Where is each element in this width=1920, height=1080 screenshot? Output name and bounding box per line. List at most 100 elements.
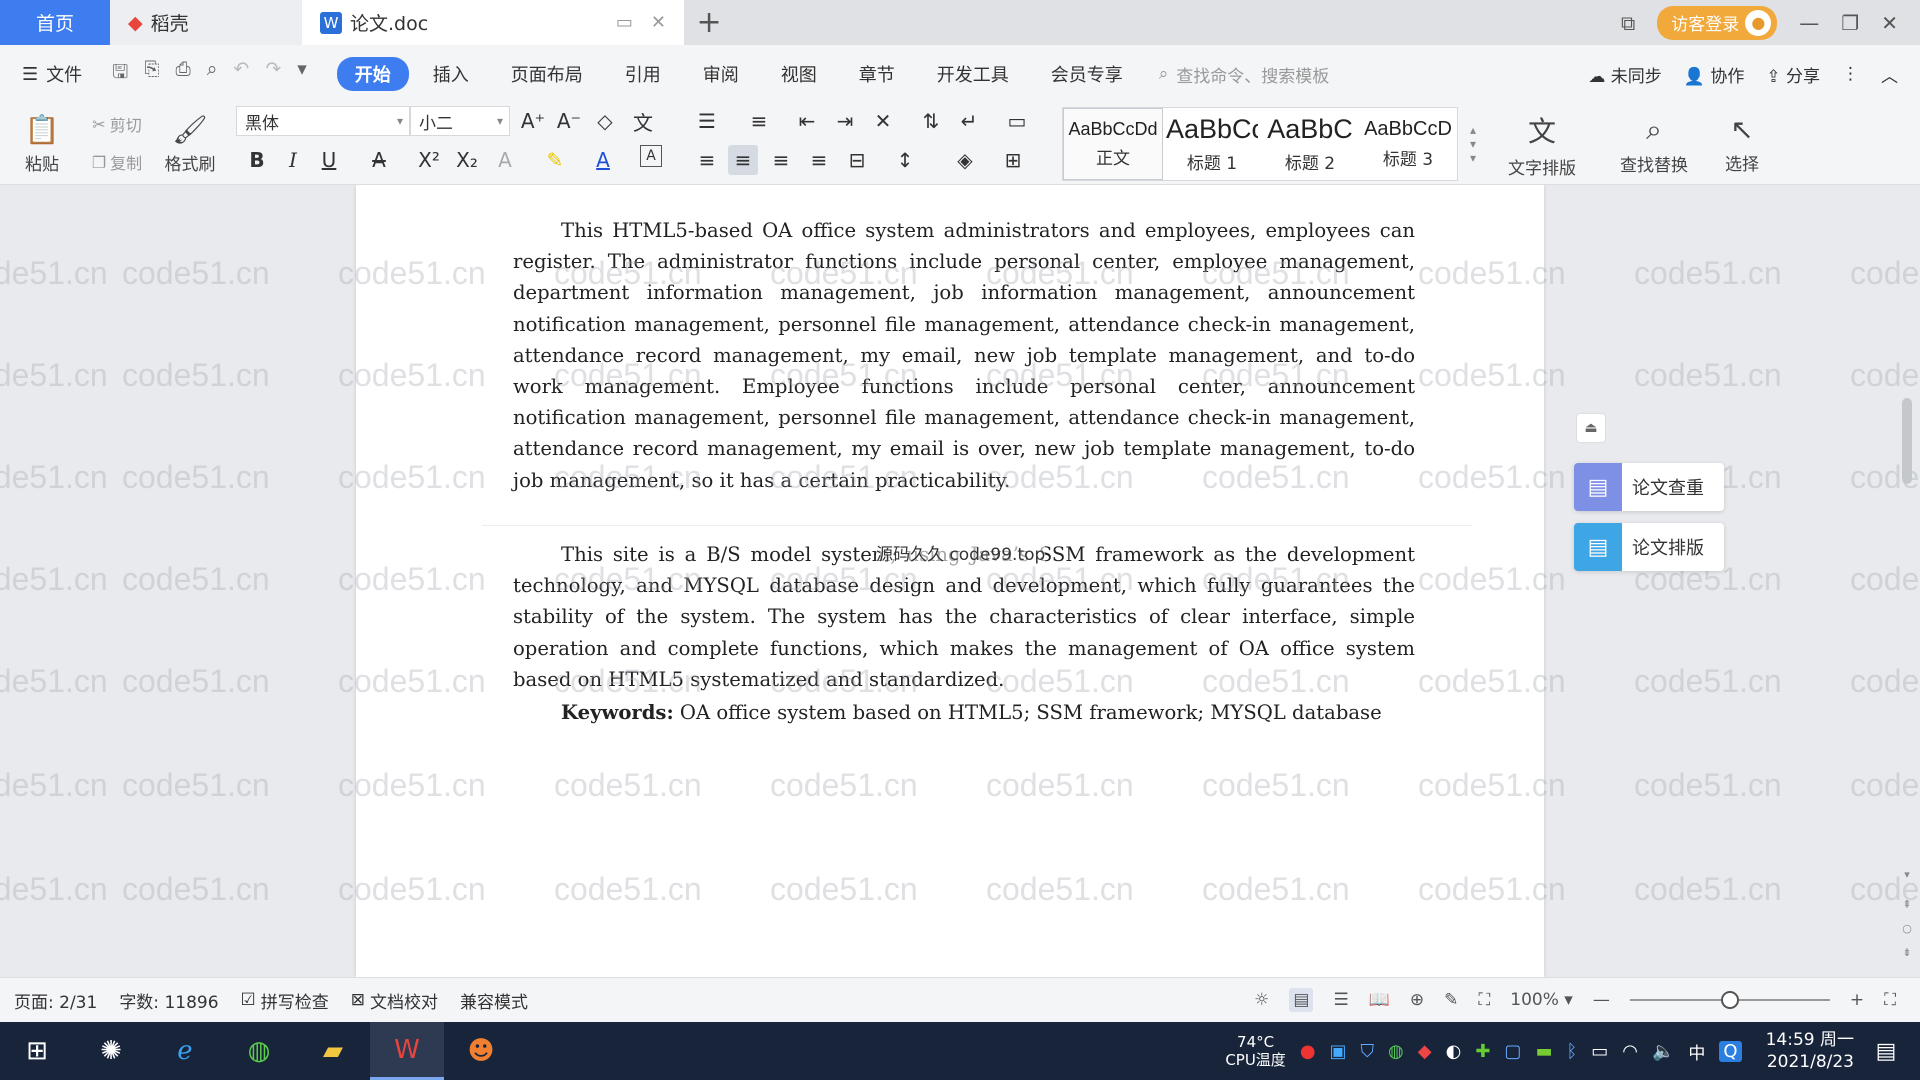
- bluetooth-icon[interactable]: ᛒ: [1566, 1041, 1577, 1062]
- zoom-slider[interactable]: [1629, 991, 1830, 1009]
- command-search[interactable]: ⌕ 查找命令、搜索模板: [1159, 62, 1330, 87]
- pinwheel-app-icon[interactable]: ✺: [74, 1022, 148, 1080]
- file-menu[interactable]: ☰ 文件: [22, 61, 82, 87]
- battery-icon[interactable]: ▭: [1591, 1041, 1608, 1062]
- browser-360-icon[interactable]: ◍: [222, 1022, 296, 1080]
- ime-indicator[interactable]: 中: [1688, 1039, 1705, 1064]
- proofread-button[interactable]: ⊠ 文档校对: [351, 988, 438, 1013]
- menu-page-layout[interactable]: 页面布局: [493, 57, 601, 91]
- superscript-icon[interactable]: X²: [414, 145, 444, 175]
- share-button[interactable]: ⇪ 分享: [1766, 62, 1820, 87]
- close-window-icon[interactable]: ✕: [1881, 11, 1898, 35]
- notification-icon[interactable]: ▤: [1868, 1039, 1904, 1064]
- numbered-list-icon[interactable]: ≡: [744, 106, 774, 136]
- ruler-icon[interactable]: ▭: [1002, 106, 1032, 136]
- scroll-down-icon[interactable]: ▾: [1900, 868, 1914, 882]
- tray-app-icon[interactable]: ●: [1300, 1041, 1316, 1062]
- show-marks-icon[interactable]: ↵: [954, 106, 984, 136]
- tray-network-app-icon[interactable]: ▣: [1330, 1041, 1347, 1062]
- wps-app-icon[interactable]: W: [370, 1022, 444, 1080]
- tab-document[interactable]: W 论文.doc ▭ ✕: [302, 0, 684, 45]
- page-indicator[interactable]: 页面: 2/31: [14, 988, 97, 1013]
- prev-page-icon[interactable]: ⇞: [1900, 898, 1914, 912]
- media-app-icon[interactable]: ☻: [444, 1022, 518, 1080]
- outline-view-icon[interactable]: ☰: [1333, 990, 1348, 1010]
- customize-icon[interactable]: ▾: [297, 58, 307, 90]
- window-icon[interactable]: ▭: [616, 12, 633, 33]
- zoom-select[interactable]: 100% ▾: [1510, 990, 1573, 1010]
- find-replace-button[interactable]: ⌕ 查找替换: [1606, 107, 1702, 181]
- font-color-icon[interactable]: A: [588, 145, 618, 175]
- zoom-in-icon[interactable]: +: [1850, 990, 1864, 1010]
- shrink-font-icon[interactable]: A⁻: [554, 106, 584, 136]
- font-size-select[interactable]: 小二 ▾: [410, 106, 510, 136]
- decrease-indent-icon[interactable]: ⇤: [792, 106, 822, 136]
- text-effect-icon[interactable]: A: [490, 145, 520, 175]
- text-layout-button[interactable]: 文 文字排版: [1494, 107, 1590, 181]
- abstract-paragraph-1[interactable]: This HTML5-based OA office system admini…: [513, 215, 1415, 496]
- next-page-icon[interactable]: ⇟: [1900, 946, 1914, 960]
- word-count[interactable]: 字数: 11896: [119, 988, 218, 1013]
- volume-icon[interactable]: 🔈: [1652, 1041, 1674, 1062]
- menu-review[interactable]: 审阅: [685, 57, 757, 91]
- side-panel-collapse-icon[interactable]: ⏏: [1576, 413, 1606, 443]
- menu-view[interactable]: 视图: [763, 57, 835, 91]
- nvidia-icon[interactable]: ▬: [1535, 1041, 1552, 1062]
- spell-check-button[interactable]: ☑ 拼写检查: [241, 988, 329, 1013]
- style-heading-1[interactable]: AaBbCc 标题 1: [1163, 108, 1261, 180]
- select-browse-icon[interactable]: ○: [1900, 922, 1914, 936]
- strikethrough-icon[interactable]: A: [364, 145, 394, 175]
- fullscreen-icon[interactable]: ⛶: [1884, 990, 1896, 1010]
- subscript-icon[interactable]: X₂: [452, 145, 482, 175]
- save-icon[interactable]: 🖫: [112, 58, 128, 90]
- new-tab-button[interactable]: +: [684, 0, 734, 45]
- keywords-line[interactable]: Keywords: OA office system based on HTML…: [513, 697, 1415, 728]
- search-assistant-icon[interactable]: Q: [1719, 1040, 1742, 1062]
- sync-status[interactable]: ☁ 未同步: [1588, 62, 1661, 87]
- menu-references[interactable]: 引用: [607, 57, 679, 91]
- align-left-icon[interactable]: ≡: [692, 145, 722, 175]
- phonetic-icon[interactable]: 文: [628, 106, 658, 136]
- output-icon[interactable]: ⎘: [144, 58, 159, 90]
- justify-icon[interactable]: ≡: [804, 145, 834, 175]
- italic-icon[interactable]: I: [278, 145, 308, 175]
- copy-button[interactable]: ❐ 复制: [80, 147, 154, 177]
- char-border-icon[interactable]: A: [640, 145, 662, 167]
- shading-icon[interactable]: ◈: [950, 145, 980, 175]
- format-painter-button[interactable]: 🖌 格式刷: [158, 107, 222, 181]
- clock[interactable]: 14:59 周一 2021/8/23: [1756, 1029, 1854, 1073]
- tray-game-icon[interactable]: ◆: [1418, 1041, 1432, 1062]
- tray-cloud-icon[interactable]: ▢: [1504, 1041, 1521, 1062]
- visitor-login-button[interactable]: 访客登录 ●: [1657, 5, 1778, 40]
- qq-icon[interactable]: ◐: [1446, 1041, 1462, 1062]
- undo-icon[interactable]: ↶: [233, 58, 249, 90]
- styles-scroll-icon[interactable]: ▴ ▾ ▾: [1458, 107, 1488, 181]
- menu-chapter[interactable]: 章节: [841, 57, 913, 91]
- windows-start-icon[interactable]: ⊞: [0, 1022, 74, 1080]
- cut-button[interactable]: ✂ 剪切: [80, 109, 154, 139]
- zoom-slider-knob[interactable]: [1720, 991, 1739, 1009]
- select-button[interactable]: ↖ 选择: [1710, 107, 1774, 181]
- layout-icon[interactable]: ⧉: [1621, 11, 1635, 35]
- paste-button[interactable]: 📋 粘贴: [14, 107, 70, 181]
- menu-dev-tools[interactable]: 开发工具: [919, 57, 1027, 91]
- borders-icon[interactable]: ⊞: [998, 145, 1028, 175]
- font-name-select[interactable]: 黑体 ▾: [236, 106, 410, 136]
- vertical-scrollbar[interactable]: ▾ ⇞ ○ ⇟: [1900, 198, 1914, 968]
- paper-check-button[interactable]: ▤ 论文查重: [1574, 463, 1724, 511]
- redo-icon[interactable]: ↷: [265, 58, 281, 90]
- collab-button[interactable]: 👤 协作: [1684, 62, 1745, 87]
- bold-icon[interactable]: B: [242, 145, 272, 175]
- clear-format-icon[interactable]: ◇: [590, 106, 620, 136]
- chinese-layout-icon[interactable]: ✕: [868, 106, 898, 136]
- underline-icon[interactable]: U: [314, 145, 344, 175]
- menu-member[interactable]: 会员专享: [1033, 57, 1141, 91]
- wifi-icon[interactable]: ◠: [1622, 1041, 1638, 1062]
- align-center-icon[interactable]: ≡: [728, 145, 758, 175]
- highlight-icon[interactable]: ✎: [540, 145, 570, 175]
- sort-icon[interactable]: ⇅: [916, 106, 946, 136]
- paper-layout-button[interactable]: ▤ 论文排版: [1574, 523, 1724, 571]
- close-tab-icon[interactable]: ✕: [651, 12, 666, 33]
- style-heading-2[interactable]: AaBbC 标题 2: [1261, 108, 1359, 180]
- zoom-out-icon[interactable]: —: [1593, 990, 1610, 1010]
